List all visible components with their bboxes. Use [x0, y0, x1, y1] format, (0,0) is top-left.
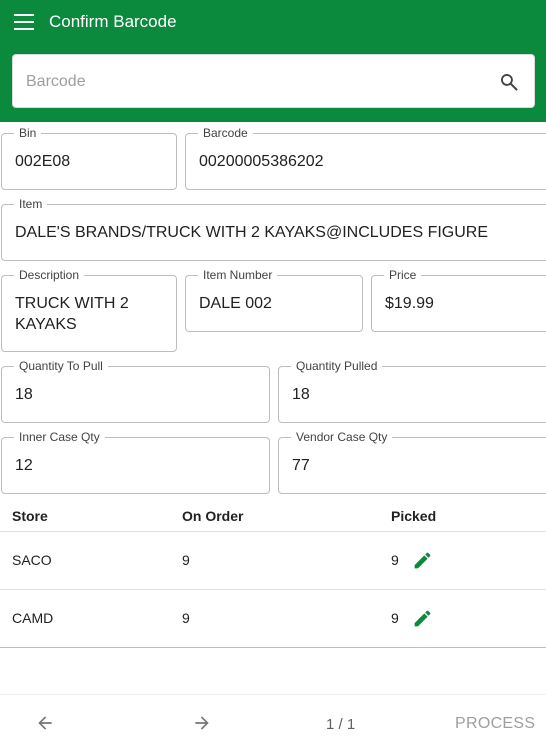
- table-divider: [0, 647, 546, 648]
- table-row: CAMD 9 9: [0, 590, 546, 648]
- description-field: Description TRUCK WITH 2 KAYAKS: [1, 268, 177, 352]
- price-value: $19.99: [385, 295, 434, 312]
- bin-field: Bin 002E08: [1, 126, 177, 190]
- item-label: Item: [14, 197, 48, 211]
- vendor-case-qty-field: Vendor Case Qty 77: [278, 430, 546, 494]
- on-order-cell: 9: [182, 610, 190, 626]
- vendor-case-qty-value: 77: [292, 457, 310, 474]
- table-header: Store On Order Picked: [0, 497, 546, 532]
- column-header-picked: Picked: [391, 508, 437, 524]
- price-field: Price $19.99: [371, 268, 546, 332]
- quantity-to-pull-label: Quantity To Pull: [14, 359, 108, 373]
- barcode-label: Barcode: [198, 126, 253, 140]
- process-button[interactable]: PROCESS: [455, 715, 535, 733]
- barcode-field: Barcode 00200005386202: [185, 126, 546, 190]
- app-bar: Confirm Barcode: [0, 0, 546, 122]
- quantity-pulled-value[interactable]: 18: [292, 384, 546, 405]
- column-header-store: Store: [12, 508, 48, 524]
- menu-icon[interactable]: [14, 14, 34, 30]
- store-cell: CAMD: [12, 610, 54, 626]
- on-order-cell: 9: [182, 552, 190, 568]
- arrow-back-icon[interactable]: [35, 713, 55, 733]
- barcode-value: 00200005386202: [199, 153, 324, 170]
- picked-cell: 9: [391, 610, 399, 626]
- bin-value: 002E08: [15, 153, 71, 170]
- column-header-on-order: On Order: [182, 508, 244, 524]
- search-icon[interactable]: [499, 72, 519, 92]
- picked-cell: 9: [391, 552, 399, 568]
- edit-icon[interactable]: [412, 608, 433, 629]
- quantity-to-pull-field: Quantity To Pull 18: [1, 359, 270, 423]
- item-number-field: Item Number DALE 002: [185, 268, 363, 332]
- inner-case-qty-label: Inner Case Qty: [14, 430, 105, 444]
- description-value: TRUCK WITH 2 KAYAKS: [15, 295, 129, 333]
- page-title: Confirm Barcode: [49, 12, 177, 31]
- table-row: SACO 9 9: [0, 532, 546, 590]
- bottom-navigation-bar: 1 / 1 PROCESS: [0, 694, 546, 745]
- barcode-search-input[interactable]: [26, 70, 466, 94]
- item-value: DALE'S BRANDS/TRUCK WITH 2 KAYAKS@INCLUD…: [15, 224, 489, 241]
- quantity-pulled-label: Quantity Pulled: [291, 359, 383, 373]
- inner-case-qty-value: 12: [15, 457, 33, 474]
- page-indicator: 1 / 1: [326, 716, 356, 733]
- store-cell: SACO: [12, 552, 52, 568]
- quantity-to-pull-value: 18: [15, 386, 33, 403]
- item-number-value: DALE 002: [199, 295, 272, 312]
- price-label: Price: [384, 268, 422, 282]
- arrow-forward-icon[interactable]: [192, 713, 212, 733]
- edit-icon[interactable]: [412, 550, 433, 571]
- bin-label: Bin: [14, 126, 42, 140]
- inner-case-qty-field: Inner Case Qty 12: [1, 430, 270, 494]
- item-field: Item DALE'S BRANDS/TRUCK WITH 2 KAYAKS@I…: [1, 197, 546, 261]
- description-label: Description: [14, 268, 85, 282]
- vendor-case-qty-label: Vendor Case Qty: [291, 430, 393, 444]
- store-table: Store On Order Picked SACO 9 9 CAMD 9 9: [0, 497, 546, 648]
- item-number-label: Item Number: [198, 268, 278, 282]
- barcode-search-box: [12, 54, 535, 108]
- quantity-pulled-field[interactable]: Quantity Pulled 18: [278, 359, 546, 423]
